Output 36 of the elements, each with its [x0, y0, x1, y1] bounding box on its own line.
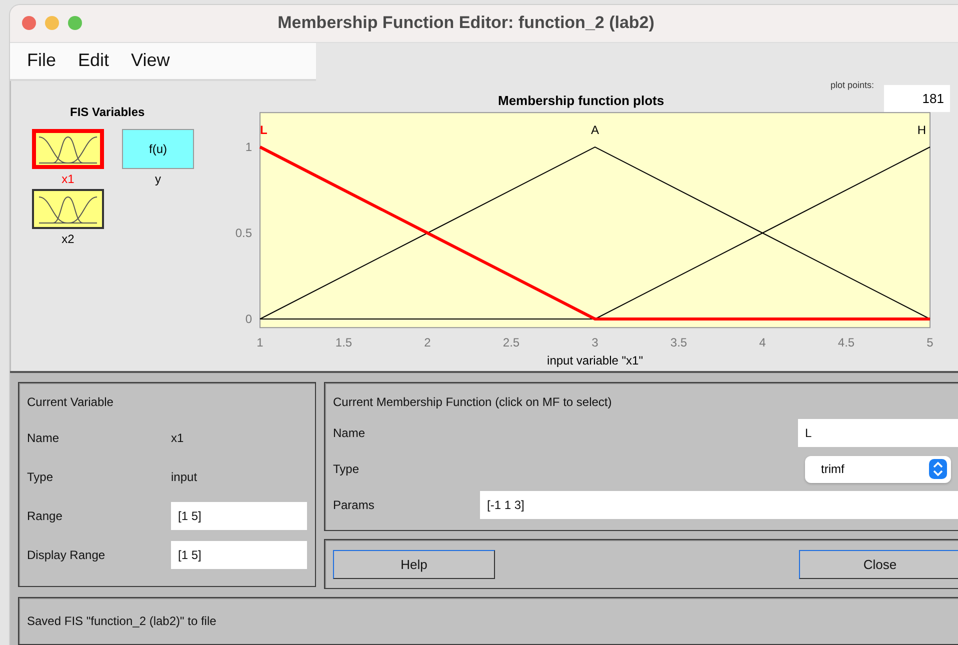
x-axis-label: input variable "x1" — [547, 353, 643, 368]
field-label: Type — [333, 462, 360, 476]
panel-title: Current Membership Function (click on MF to select) — [333, 395, 613, 409]
curve-label: L — [260, 122, 268, 137]
x-tick-label: 4 — [759, 335, 766, 350]
curve-label: A — [591, 122, 599, 137]
field-label: Range — [27, 508, 64, 523]
status-message: Saved FIS "function_2 (lab2)" to file — [27, 614, 216, 628]
x-tick-label: 4.5 — [838, 335, 855, 350]
curve-label: H — [917, 122, 926, 137]
x-tick-label: 1 — [256, 335, 264, 350]
y-tick-label: 0 — [245, 312, 252, 326]
variable-label: x1 — [62, 172, 74, 186]
x-tick-label: 2.5 — [502, 335, 520, 350]
field-value: x1 — [171, 431, 185, 446]
field-label: Name — [27, 431, 60, 446]
field-label: plot points: — [830, 80, 874, 90]
y-tick-label: 0.5 — [235, 226, 252, 240]
block-text: f(u) — [149, 142, 167, 156]
x-tick-label: 1.5 — [335, 335, 352, 350]
x-tick-label: 3.5 — [670, 335, 688, 350]
y-tick-label: 1 — [245, 140, 252, 154]
field-label: Type — [27, 470, 54, 484]
field-label: Name — [333, 426, 366, 440]
x-tick-label: 5 — [926, 335, 934, 350]
x-tick-label: 2 — [424, 335, 431, 350]
panel-title: Current Variable — [27, 395, 114, 409]
field-label: Display Range — [27, 548, 106, 562]
panel-title: FIS Variables — [70, 104, 146, 119]
variable-label: y — [155, 172, 161, 186]
field-label: Params — [333, 498, 374, 512]
window-title: Membership Function Editor: function_2 (lab2) — [276, 13, 656, 34]
variable-label: x2 — [62, 232, 74, 246]
x-tick-label: 3 — [592, 335, 598, 350]
chart-title: Membership function plots — [498, 92, 664, 108]
field-value: input — [171, 470, 198, 484]
